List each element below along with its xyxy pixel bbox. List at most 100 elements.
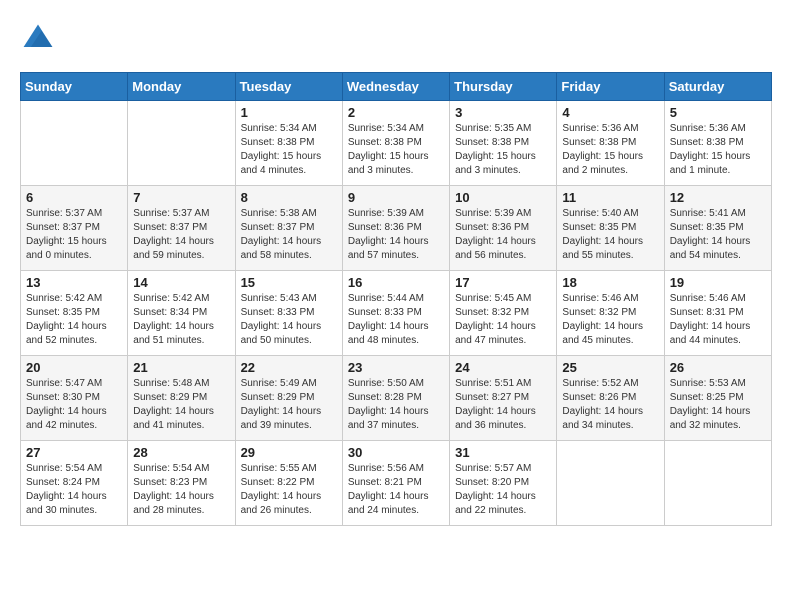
day-number: 3 [455,105,551,120]
day-info: Sunrise: 5:56 AM Sunset: 8:21 PM Dayligh… [348,462,444,518]
day-info: Sunrise: 5:34 AM Sunset: 8:38 PM Dayligh… [348,122,444,178]
week-row-5: 27 Sunrise: 5:54 AM Sunset: 8:24 PM Dayli… [21,441,772,526]
day-info: Sunrise: 5:41 AM Sunset: 8:35 PM Dayligh… [670,207,766,263]
calendar-cell: 18 Sunrise: 5:46 AM Sunset: 8:32 PM Dayli… [557,271,664,356]
header-friday: Friday [557,73,664,101]
day-info: Sunrise: 5:43 AM Sunset: 8:33 PM Dayligh… [241,292,337,348]
day-number: 6 [26,190,122,205]
day-number: 8 [241,190,337,205]
day-number: 24 [455,360,551,375]
day-info: Sunrise: 5:35 AM Sunset: 8:38 PM Dayligh… [455,122,551,178]
week-row-2: 6Sunrise: 5:37 AM Sunset: 8:37 PM Daylig… [21,186,772,271]
week-row-1: 1 Sunrise: 5:34 AM Sunset: 8:38 PM Daylig… [21,101,772,186]
header-sunday: Sunday [21,73,128,101]
day-number: 17 [455,275,551,290]
day-number: 27 [26,445,122,460]
calendar-header-row: SundayMondayTuesdayWednesdayThursdayFrid… [21,73,772,101]
day-number: 10 [455,190,551,205]
day-info: Sunrise: 5:36 AM Sunset: 8:38 PM Dayligh… [670,122,766,178]
calendar-cell: 6Sunrise: 5:37 AM Sunset: 8:37 PM Daylig… [21,186,128,271]
day-number: 22 [241,360,337,375]
day-info: Sunrise: 5:45 AM Sunset: 8:32 PM Dayligh… [455,292,551,348]
day-info: Sunrise: 5:51 AM Sunset: 8:27 PM Dayligh… [455,377,551,433]
day-info: Sunrise: 5:53 AM Sunset: 8:25 PM Dayligh… [670,377,766,433]
day-info: Sunrise: 5:48 AM Sunset: 8:29 PM Dayligh… [133,377,229,433]
calendar-cell: 23 Sunrise: 5:50 AM Sunset: 8:28 PM Dayli… [342,356,449,441]
calendar-cell: 9 Sunrise: 5:39 AM Sunset: 8:36 PM Daylig… [342,186,449,271]
calendar-cell: 24 Sunrise: 5:51 AM Sunset: 8:27 PM Dayli… [450,356,557,441]
day-number: 4 [562,105,658,120]
calendar-cell: 8 Sunrise: 5:38 AM Sunset: 8:37 PM Daylig… [235,186,342,271]
header-wednesday: Wednesday [342,73,449,101]
day-number: 11 [562,190,658,205]
day-info: Sunrise: 5:40 AM Sunset: 8:35 PM Dayligh… [562,207,658,263]
day-info: Sunrise: 5:34 AM Sunset: 8:38 PM Dayligh… [241,122,337,178]
day-number: 20 [26,360,122,375]
calendar-cell: 10 Sunrise: 5:39 AM Sunset: 8:36 PM Dayli… [450,186,557,271]
day-info: Sunrise: 5:47 AM Sunset: 8:30 PM Dayligh… [26,377,122,433]
day-info: Sunrise: 5:46 AM Sunset: 8:32 PM Dayligh… [562,292,658,348]
day-number: 16 [348,275,444,290]
day-info: Sunrise: 5:55 AM Sunset: 8:22 PM Dayligh… [241,462,337,518]
day-info: Sunrise: 5:52 AM Sunset: 8:26 PM Dayligh… [562,377,658,433]
calendar-cell: 17 Sunrise: 5:45 AM Sunset: 8:32 PM Dayli… [450,271,557,356]
day-number: 1 [241,105,337,120]
day-info: Sunrise: 5:39 AM Sunset: 8:36 PM Dayligh… [348,207,444,263]
calendar-cell: 4Sunrise: 5:36 AM Sunset: 8:38 PM Daylig… [557,101,664,186]
day-info: Sunrise: 5:42 AM Sunset: 8:35 PM Dayligh… [26,292,122,348]
logo-icon [20,20,56,56]
day-info: Sunrise: 5:38 AM Sunset: 8:37 PM Dayligh… [241,207,337,263]
calendar-cell: 21 Sunrise: 5:48 AM Sunset: 8:29 PM Dayli… [128,356,235,441]
calendar-cell: 26 Sunrise: 5:53 AM Sunset: 8:25 PM Dayli… [664,356,771,441]
day-info: Sunrise: 5:50 AM Sunset: 8:28 PM Dayligh… [348,377,444,433]
calendar-cell [21,101,128,186]
day-info: Sunrise: 5:44 AM Sunset: 8:33 PM Dayligh… [348,292,444,348]
header-tuesday: Tuesday [235,73,342,101]
week-row-3: 13 Sunrise: 5:42 AM Sunset: 8:35 PM Dayli… [21,271,772,356]
day-number: 14 [133,275,229,290]
logo [20,20,60,56]
calendar-cell: 11 Sunrise: 5:40 AM Sunset: 8:35 PM Dayli… [557,186,664,271]
calendar-cell: 27 Sunrise: 5:54 AM Sunset: 8:24 PM Dayli… [21,441,128,526]
day-number: 26 [670,360,766,375]
calendar-cell: 15 Sunrise: 5:43 AM Sunset: 8:33 PM Dayli… [235,271,342,356]
calendar-cell: 16 Sunrise: 5:44 AM Sunset: 8:33 PM Dayli… [342,271,449,356]
header-monday: Monday [128,73,235,101]
calendar-cell: 28Sunrise: 5:54 AM Sunset: 8:23 PM Dayli… [128,441,235,526]
day-info: Sunrise: 5:54 AM Sunset: 8:24 PM Dayligh… [26,462,122,518]
day-number: 9 [348,190,444,205]
calendar-cell: 30 Sunrise: 5:56 AM Sunset: 8:21 PM Dayli… [342,441,449,526]
day-info: Sunrise: 5:39 AM Sunset: 8:36 PM Dayligh… [455,207,551,263]
day-number: 30 [348,445,444,460]
week-row-4: 20 Sunrise: 5:47 AM Sunset: 8:30 PM Dayli… [21,356,772,441]
calendar-cell: 22 Sunrise: 5:49 AM Sunset: 8:29 PM Dayli… [235,356,342,441]
day-info: Sunrise: 5:46 AM Sunset: 8:31 PM Dayligh… [670,292,766,348]
day-info: Sunrise: 5:42 AM Sunset: 8:34 PM Dayligh… [133,292,229,348]
calendar-cell: 3 Sunrise: 5:35 AM Sunset: 8:38 PM Daylig… [450,101,557,186]
calendar-cell: 29Sunrise: 5:55 AM Sunset: 8:22 PM Dayli… [235,441,342,526]
calendar-cell: 19Sunrise: 5:46 AM Sunset: 8:31 PM Dayli… [664,271,771,356]
day-info: Sunrise: 5:54 AM Sunset: 8:23 PM Dayligh… [133,462,229,518]
day-info: Sunrise: 5:57 AM Sunset: 8:20 PM Dayligh… [455,462,551,518]
day-number: 31 [455,445,551,460]
calendar-cell: 14 Sunrise: 5:42 AM Sunset: 8:34 PM Dayli… [128,271,235,356]
day-number: 12 [670,190,766,205]
day-number: 25 [562,360,658,375]
day-number: 18 [562,275,658,290]
header-thursday: Thursday [450,73,557,101]
calendar-cell: 25 Sunrise: 5:52 AM Sunset: 8:26 PM Dayli… [557,356,664,441]
calendar-cell: 13 Sunrise: 5:42 AM Sunset: 8:35 PM Dayli… [21,271,128,356]
day-info: Sunrise: 5:49 AM Sunset: 8:29 PM Dayligh… [241,377,337,433]
day-number: 2 [348,105,444,120]
day-number: 13 [26,275,122,290]
calendar-cell: 20 Sunrise: 5:47 AM Sunset: 8:30 PM Dayli… [21,356,128,441]
calendar-cell: 2 Sunrise: 5:34 AM Sunset: 8:38 PM Daylig… [342,101,449,186]
calendar-cell [557,441,664,526]
calendar-cell: 31 Sunrise: 5:57 AM Sunset: 8:20 PM Dayli… [450,441,557,526]
calendar-table: SundayMondayTuesdayWednesdayThursdayFrid… [20,72,772,526]
day-number: 23 [348,360,444,375]
day-number: 5 [670,105,766,120]
day-number: 21 [133,360,229,375]
calendar-cell: 5 Sunrise: 5:36 AM Sunset: 8:38 PM Daylig… [664,101,771,186]
day-number: 15 [241,275,337,290]
